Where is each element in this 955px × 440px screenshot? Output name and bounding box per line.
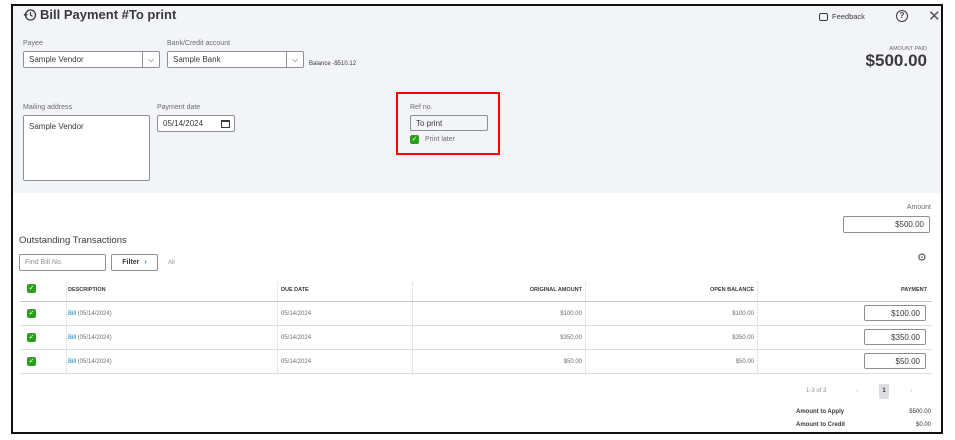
select-all-checkbox[interactable]: ✓: [27, 284, 36, 293]
amount-paid: $500.00: [865, 51, 927, 70]
chevron-right-icon: ›: [144, 259, 147, 266]
amount-label: Amount: [906, 204, 931, 211]
next-page-button[interactable]: ›: [910, 386, 913, 395]
ref-no-field[interactable]: To print: [410, 115, 488, 131]
print-later-checkbox[interactable]: ✓: [410, 135, 419, 144]
col-due-date: DUE DATE: [281, 287, 309, 293]
mailing-address-field[interactable]: Sample Vendor: [23, 115, 150, 181]
bank-select[interactable]: Sample Bank ⌵: [167, 51, 304, 68]
divider: [20, 373, 932, 374]
mailing-address-label: Mailing address: [23, 104, 73, 111]
page-1-button[interactable]: 1: [879, 384, 889, 399]
payment-date-field[interactable]: 05/14/2024: [157, 115, 235, 132]
history-icon[interactable]: [23, 8, 37, 22]
settings-gear-icon[interactable]: ⚙: [917, 251, 927, 264]
print-later-label: Print later: [425, 136, 455, 143]
close-icon[interactable]: ✕: [928, 7, 941, 25]
row-due-date: 05/14/2024: [281, 311, 312, 317]
payee-label: Payee: [23, 40, 43, 47]
divider: [20, 349, 932, 350]
col-payment: PAYMENT: [901, 287, 927, 293]
prev-page-button[interactable]: ‹: [856, 386, 859, 395]
divider: [585, 282, 586, 373]
col-original-amount: ORIGINAL AMOUNT: [529, 287, 582, 293]
page-title: Bill Payment #To print: [40, 7, 177, 22]
row-checkbox[interactable]: ✓: [27, 333, 36, 342]
row-due-date: 05/14/2024: [281, 335, 312, 341]
help-icon[interactable]: ?: [896, 10, 908, 22]
find-bill-input[interactable]: Find Bill No.: [19, 254, 106, 271]
chevron-down-icon: ⌵: [142, 52, 159, 67]
divider: [412, 282, 413, 373]
bank-label: Bank/Credit account: [167, 40, 231, 47]
calendar-icon[interactable]: [221, 120, 230, 128]
amount-field[interactable]: $500.00: [843, 216, 930, 233]
row-checkbox[interactable]: ✓: [27, 357, 36, 366]
row-original-amount: $100.00: [560, 311, 582, 317]
row-open-balance: $100.00: [732, 311, 754, 317]
divider: [20, 325, 932, 326]
amount-to-apply-value: $500.00: [909, 409, 931, 415]
ref-no-label: Ref no.: [410, 104, 433, 111]
row-description: Bill (05/14/2024): [68, 335, 112, 341]
row-payment-input[interactable]: $350.00: [864, 329, 926, 345]
divider: [277, 282, 278, 373]
pagination-range: 1-3 of 3: [806, 388, 827, 394]
divider: [66, 282, 67, 373]
payment-date-label: Payment date: [157, 104, 201, 111]
bill-link[interactable]: Bill: [68, 359, 76, 365]
row-due-date: 05/14/2024: [281, 359, 312, 365]
col-open-balance: OPEN BALANCE: [709, 287, 754, 293]
col-description: DESCRIPTION: [68, 287, 106, 293]
amount-to-apply-label: Amount to Apply: [796, 409, 845, 415]
amount-to-credit-value: $0.00: [915, 422, 931, 428]
row-payment-input[interactable]: $100.00: [864, 305, 926, 321]
bill-link[interactable]: Bill: [68, 311, 76, 317]
bill-link[interactable]: Bill: [68, 335, 76, 341]
row-description: Bill (05/14/2024): [68, 311, 112, 317]
divider: [757, 282, 758, 373]
filter-value: All: [168, 260, 175, 266]
feedback-button[interactable]: Feedback: [819, 12, 865, 21]
row-original-amount: $50.00: [563, 359, 582, 365]
divider: [20, 301, 932, 302]
payee-select[interactable]: Sample Vendor ⌵: [23, 51, 160, 68]
amount-to-credit-label: Amount to Credit: [796, 422, 845, 428]
row-open-balance: $350.00: [732, 335, 754, 341]
bank-balance: Balance -$510.12: [309, 61, 357, 67]
feedback-icon: [819, 12, 828, 21]
row-description: Bill (05/14/2024): [68, 359, 112, 365]
filter-button[interactable]: Filter ›: [111, 254, 158, 271]
chevron-down-icon: ⌵: [286, 52, 303, 67]
row-original-amount: $350.00: [560, 335, 582, 341]
row-open-balance: $50.00: [735, 359, 754, 365]
section-title: Outstanding Transactions: [19, 235, 127, 246]
row-checkbox[interactable]: ✓: [27, 309, 36, 318]
bill-payment-window: Bill Payment #To print Feedback ? ✕ Paye…: [11, 4, 943, 434]
row-payment-input[interactable]: $50.00: [864, 353, 926, 369]
